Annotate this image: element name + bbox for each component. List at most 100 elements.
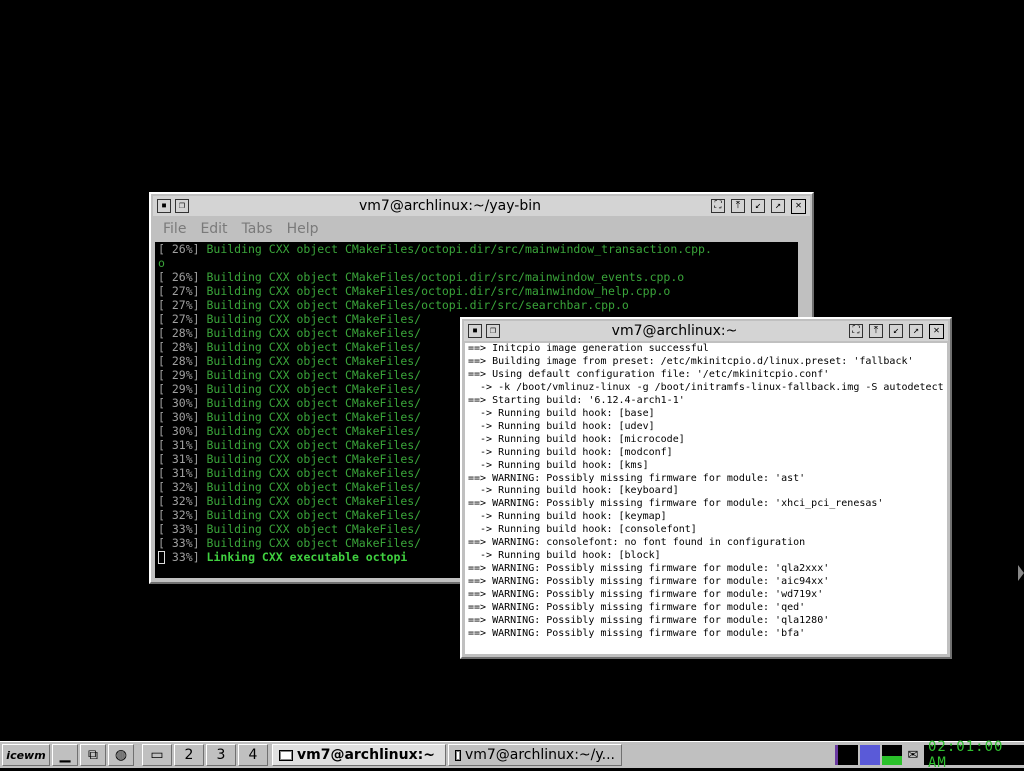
- terminal-line: ==> Starting build: '6.12.4-arch1-1': [468, 394, 685, 406]
- window-menu-icon[interactable]: ▪: [468, 324, 482, 338]
- build-message: Building CXX object CMakeFiles/: [199, 480, 422, 494]
- workspace-2-button[interactable]: 2: [174, 744, 204, 766]
- progress-percent: [ 28%]: [158, 354, 200, 368]
- progress-percent: [ 31%]: [158, 466, 200, 480]
- terminal-line: -> Running build hook: [consolefont]: [468, 524, 697, 536]
- close-icon[interactable]: ✕: [929, 323, 944, 339]
- terminal-line: ==> WARNING: Possibly missing firmware f…: [468, 498, 884, 510]
- progress-percent: [ 27%]: [158, 284, 200, 298]
- menu-help[interactable]: Help: [287, 221, 327, 237]
- rollup-icon[interactable]: ⤒: [869, 323, 883, 338]
- terminal-icon: [455, 749, 461, 761]
- progress-percent: [ 26%]: [158, 270, 200, 284]
- globe-icon[interactable]: ◍: [108, 744, 134, 766]
- terminal-line: -> Running build hook: [keymap]: [468, 511, 667, 523]
- window-list-icon[interactable]: ▁: [52, 744, 78, 766]
- menu-bar: File Edit Tabs Help: [153, 218, 810, 240]
- fullscreen-icon[interactable]: ⛶: [849, 323, 863, 338]
- build-message: Building CXX object CMakeFiles/: [199, 368, 422, 382]
- network-monitor-icon[interactable]: [882, 745, 902, 765]
- window-title: vm7@archlinux:~/yay-bin: [358, 198, 541, 214]
- restore-icon[interactable]: ❐: [175, 199, 189, 213]
- menu-edit[interactable]: Edit: [200, 221, 235, 237]
- title-bar[interactable]: ▪ ❐ vm7@archlinux:~ ⛶ ⤒ ↙ ↗ ✕: [464, 321, 948, 341]
- build-message: Building CXX object CMakeFiles/: [199, 354, 422, 368]
- terminal-line: ==> WARNING: Possibly missing firmware f…: [468, 615, 830, 627]
- build-message: Building CXX object CMakeFiles/: [199, 396, 422, 410]
- fullscreen-icon[interactable]: ⛶: [711, 198, 725, 213]
- start-menu-button[interactable]: icewm: [2, 744, 50, 766]
- terminal-line: [ 27%] Building CXX object CMakeFiles/oc…: [155, 298, 798, 312]
- build-message: Building CXX object CMakeFiles/: [199, 410, 422, 424]
- show-desktop-icon[interactable]: ⧉: [80, 744, 106, 766]
- progress-percent: [ 33%]: [158, 536, 200, 550]
- terminal-line: -> Running build hook: [udev]: [468, 420, 655, 432]
- window-menu-icon[interactable]: ▪: [157, 199, 171, 213]
- system-tray: ✉ 02:01:00 AM: [835, 739, 1024, 771]
- progress-percent: [ 29%]: [158, 368, 200, 382]
- progress-percent: [ 32%]: [158, 508, 200, 522]
- progress-percent: [ 27%]: [158, 312, 200, 326]
- terminal-line: ==> WARNING: Possibly missing firmware f…: [468, 627, 806, 639]
- menu-tabs[interactable]: Tabs: [242, 221, 281, 237]
- terminal-line: -> Running build hook: [block]: [468, 550, 661, 562]
- build-message: Building CXX object CMakeFiles/: [199, 312, 422, 326]
- build-message: Building CXX object CMakeFiles/: [199, 424, 422, 438]
- memory-monitor-icon[interactable]: [860, 745, 880, 765]
- minimize-icon[interactable]: ↙: [751, 198, 765, 213]
- text-cursor-icon: [158, 551, 165, 564]
- minimize-icon[interactable]: ↙: [889, 323, 903, 338]
- terminal-line: [ 26%] Building CXX object CMakeFiles/oc…: [155, 270, 798, 284]
- terminal-line: ==> WARNING: consolefont: no font found …: [468, 537, 806, 549]
- build-message: Building CXX object CMakeFiles/octopi.di…: [199, 298, 629, 312]
- terminal-line: [ 26%] Building CXX object CMakeFiles/oc…: [155, 242, 798, 256]
- task-terminal-home[interactable]: vm7@archlinux:~: [272, 744, 446, 766]
- build-message: Building CXX object CMakeFiles/octopi.di…: [199, 284, 671, 298]
- window-title: vm7@archlinux:~: [611, 323, 738, 339]
- build-message: Building CXX object CMakeFiles/: [199, 508, 422, 522]
- taskbar: icewm ▁ ⧉ ◍ ▭ 2 3 4 vm7@archlinux:~ vm7@…: [0, 739, 1024, 771]
- progress-percent: [ 28%]: [158, 326, 200, 340]
- workspace-3-button[interactable]: 3: [206, 744, 236, 766]
- terminal-line: ==> Using default configuration file: '/…: [468, 368, 830, 380]
- build-message: Building CXX object CMakeFiles/octopi.di…: [199, 270, 685, 284]
- progress-percent: [ 32%]: [158, 494, 200, 508]
- terminal-line: [ 27%] Building CXX object CMakeFiles/oc…: [155, 284, 798, 298]
- maximize-icon[interactable]: ↗: [771, 198, 785, 213]
- progress-percent: [ 33%]: [158, 522, 200, 536]
- terminal-window-home[interactable]: ▪ ❐ vm7@archlinux:~ ⛶ ⤒ ↙ ↗ ✕ ==> Initcp…: [460, 317, 952, 659]
- terminal-line: -> Running build hook: [base]: [468, 407, 655, 419]
- task-terminal-yay-bin[interactable]: vm7@archlinux:~/y...: [448, 744, 622, 766]
- mail-icon[interactable]: ✉: [904, 745, 922, 765]
- terminal-line: -> Running build hook: [modconf]: [468, 446, 673, 458]
- progress-percent: [ 27%]: [158, 298, 200, 312]
- terminal-line: ==> WARNING: Possibly missing firmware f…: [468, 472, 806, 484]
- progress-percent: 33%]: [165, 550, 200, 564]
- progress-percent: [ 31%]: [158, 452, 200, 466]
- restore-icon[interactable]: ❐: [486, 324, 500, 338]
- progress-percent: [ 28%]: [158, 340, 200, 354]
- progress-percent: [ 31%]: [158, 438, 200, 452]
- close-icon[interactable]: ✕: [791, 198, 806, 214]
- build-message: Building CXX object CMakeFiles/: [199, 326, 422, 340]
- workspace-4-button[interactable]: 4: [238, 744, 268, 766]
- terminal-line: ==> WARNING: Possibly missing firmware f…: [468, 563, 830, 575]
- terminal-line: o: [155, 256, 798, 270]
- progress-percent: [ 26%]: [158, 242, 200, 256]
- build-message: Building CXX object CMakeFiles/: [199, 438, 422, 452]
- terminal-output[interactable]: ==> Initcpio image generation successful…: [465, 343, 947, 654]
- clock[interactable]: 02:01:00 AM: [924, 739, 1024, 771]
- terminal-line: ==> WARNING: Possibly missing firmware f…: [468, 602, 806, 614]
- workspace-1-button[interactable]: ▭: [142, 744, 172, 766]
- rollup-icon[interactable]: ⤒: [731, 198, 745, 213]
- build-message: Building CXX object CMakeFiles/: [199, 340, 422, 354]
- cpu-monitor-icon[interactable]: [835, 745, 858, 765]
- terminal-line: ==> Building image from preset: /etc/mki…: [468, 355, 914, 367]
- menu-file[interactable]: File: [163, 221, 194, 237]
- progress-percent: [ 29%]: [158, 382, 200, 396]
- workspace-pager-icon: ▭: [150, 747, 164, 763]
- maximize-icon[interactable]: ↗: [909, 323, 923, 338]
- terminal-line: -> Running build hook: [microcode]: [468, 433, 685, 445]
- title-bar[interactable]: ▪ ❐ vm7@archlinux:~/yay-bin ⛶ ⤒ ↙ ↗ ✕: [153, 196, 810, 216]
- terminal-line: ==> WARNING: Possibly missing firmware f…: [468, 576, 830, 588]
